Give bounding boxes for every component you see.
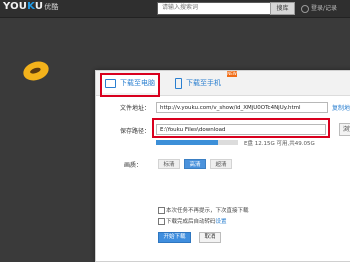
disk-usage-bar bbox=[156, 140, 238, 145]
youku-logo[interactable]: YOUKU优酷 bbox=[3, 1, 59, 12]
browse-button[interactable]: 浏览 bbox=[339, 123, 350, 136]
search-button[interactable]: 搜库 bbox=[270, 2, 295, 15]
no-prompt-checkbox[interactable] bbox=[158, 207, 165, 214]
no-prompt-label: 本次任务不再提示，下次直接下载 bbox=[166, 208, 249, 214]
tab-download-to-pc-label: 下载至电脑 bbox=[120, 79, 155, 87]
auto-transcode-checkbox[interactable] bbox=[158, 218, 165, 225]
file-url-field[interactable]: http://v.youku.com/v_show/id_XMjU0OTc4Nj… bbox=[156, 102, 328, 113]
quality-standard[interactable]: 标清 bbox=[158, 159, 180, 169]
auto-transcode-label: 下载完成后自动转码设置 bbox=[166, 219, 227, 225]
quality-super[interactable]: 超清 bbox=[210, 159, 232, 169]
tab-download-to-phone-label: 下载至手机 bbox=[186, 79, 221, 87]
top-bar: YOUKU优酷 搜库 登录/记录 bbox=[0, 0, 350, 18]
start-download-button[interactable]: 开始下载 bbox=[158, 232, 191, 243]
disk-usage-fill bbox=[156, 140, 218, 145]
transcode-settings-link[interactable]: 设置 bbox=[216, 219, 227, 225]
save-path-field[interactable]: E:\Youku Files\download bbox=[156, 124, 326, 135]
loading-graphic bbox=[20, 58, 52, 84]
user-icon bbox=[301, 5, 309, 13]
computer-icon bbox=[105, 78, 116, 88]
new-badge: NEW bbox=[227, 71, 237, 77]
cancel-button[interactable]: 取消 bbox=[199, 232, 221, 243]
file-url-label: 文件地址： bbox=[120, 105, 151, 112]
search-input[interactable] bbox=[157, 2, 275, 15]
tab-download-to-phone[interactable]: 下载至手机 bbox=[170, 73, 234, 93]
disk-space-info: E盘 12.15G 可用,共49.05G bbox=[244, 141, 315, 147]
phone-icon bbox=[175, 77, 182, 89]
login-link[interactable]: 登录/记录 bbox=[311, 3, 337, 12]
quality-label: 画质： bbox=[124, 162, 143, 169]
tab-download-to-pc[interactable]: 下载至电脑 bbox=[100, 73, 158, 93]
dialog-tab-bar: 下载至电脑 下载至手机 NEW bbox=[96, 71, 350, 96]
quality-high[interactable]: 高清 bbox=[184, 159, 206, 169]
copy-url-link[interactable]: 复制地址 bbox=[332, 103, 350, 112]
download-dialog: 下载至电脑 下载至手机 NEW 文件地址： http://v.youku.com… bbox=[95, 70, 350, 262]
save-path-label: 保存路径： bbox=[120, 128, 151, 135]
logo-sub: 优酷 bbox=[44, 3, 59, 11]
